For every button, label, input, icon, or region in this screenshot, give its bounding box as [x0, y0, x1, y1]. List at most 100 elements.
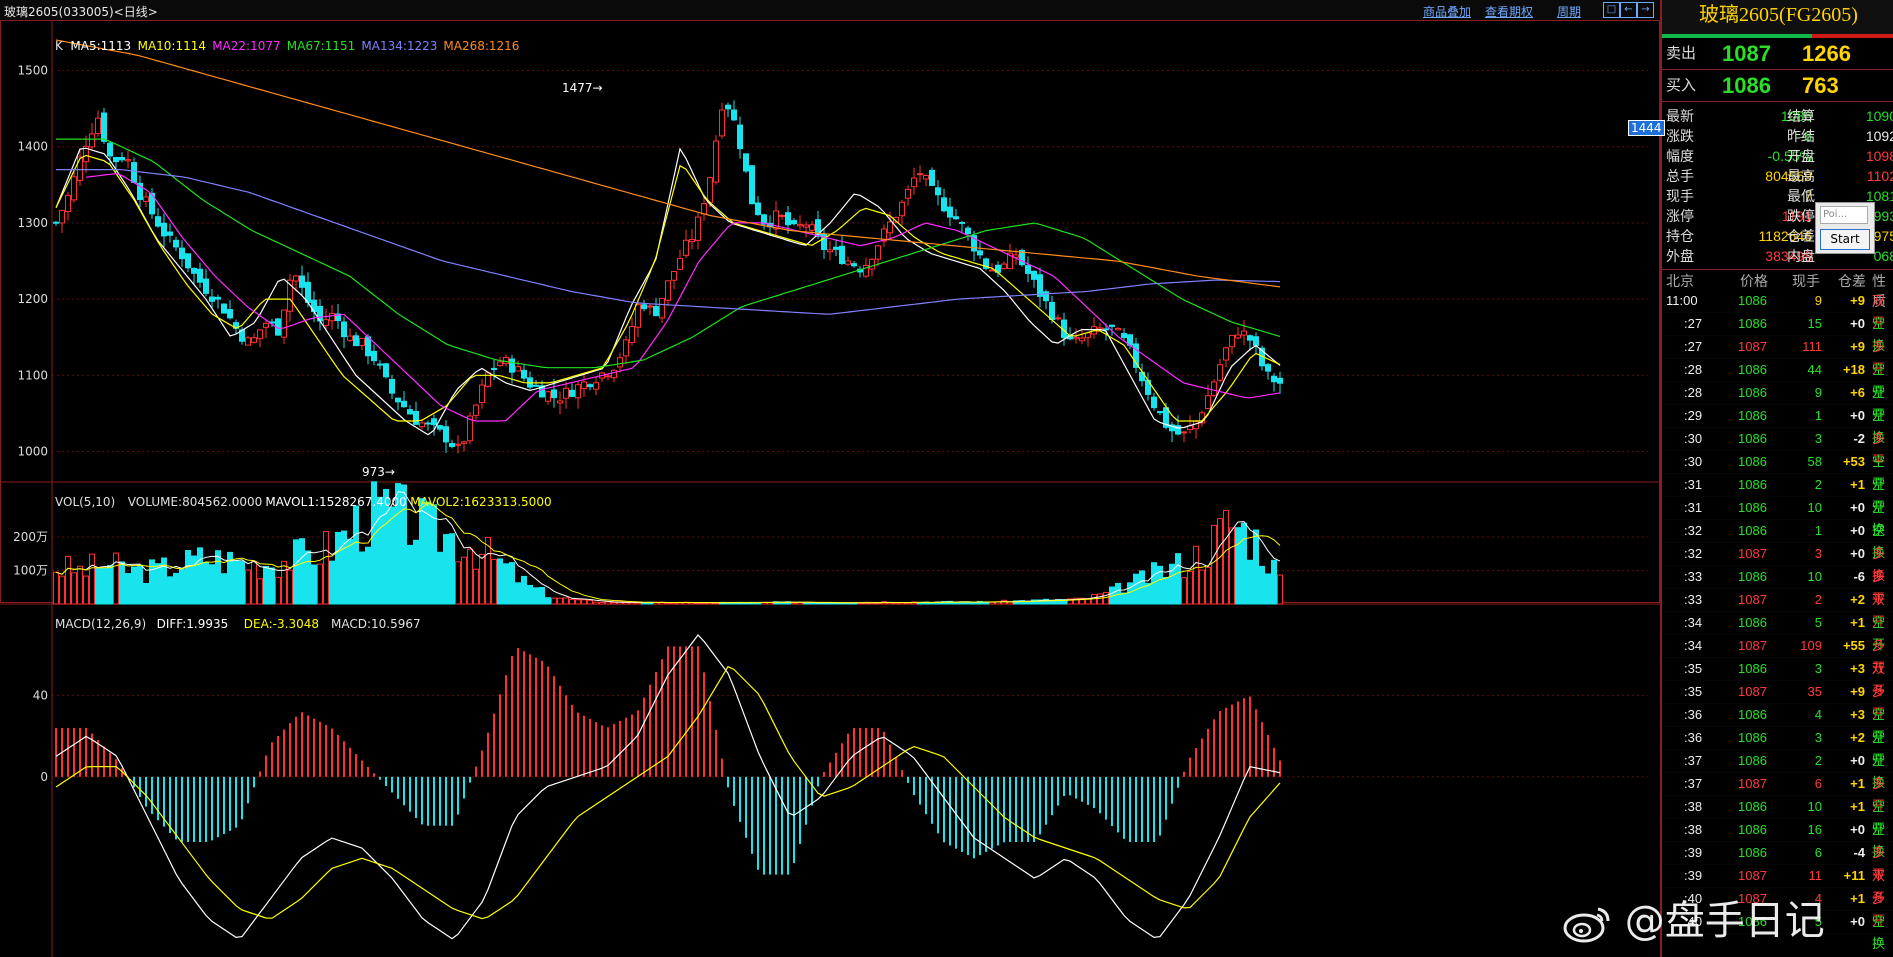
tick-row[interactable]: :27 1086 15 +0 空换 [1662, 313, 1893, 353]
arrow-left-icon[interactable]: ← [1620, 2, 1637, 18]
tick-row[interactable]: :38 1086 10 +1 空开 [1662, 796, 1893, 836]
tick-price: 1087 [1738, 592, 1767, 607]
candle-body [1055, 317, 1061, 320]
tick-row[interactable]: :30 1086 58 +53 空开 [1662, 451, 1893, 491]
volume-bar [587, 599, 593, 605]
ma-line-ma268 [55, 39, 1281, 288]
popup-window: Poi... Start [1815, 202, 1875, 254]
tick-row[interactable]: :28 1086 9 +6 空开 [1662, 382, 1893, 422]
tick-row[interactable]: :35 1086 3 +3 双开 [1662, 658, 1893, 698]
tick-price: 1087 [1738, 868, 1767, 883]
candle-body [629, 325, 635, 344]
candle-body [737, 124, 743, 150]
candle-body [1229, 334, 1235, 348]
tick-row[interactable]: :28 1086 44 +18 空开 [1662, 359, 1893, 399]
candle-body [95, 117, 101, 134]
volume-bar [563, 597, 569, 605]
tick-row[interactable]: 11:00 1086 9 +9 双开 [1662, 290, 1893, 330]
candle-body [203, 278, 209, 294]
candle-body [419, 422, 425, 428]
volume-bar [107, 564, 113, 605]
tick-time: :38 [1684, 799, 1703, 814]
tick-row[interactable]: :31 1086 10 +0 空换 [1662, 497, 1893, 537]
macd-tick-label: 40 [33, 688, 48, 702]
candle-body [1253, 336, 1259, 346]
period-link[interactable]: 周期 [1557, 3, 1581, 20]
tick-price: 1086 [1738, 615, 1767, 630]
tick-row[interactable]: :32 1087 3 +0 多换 [1662, 543, 1893, 583]
view-options-link[interactable]: 查看期权 [1485, 3, 1533, 20]
tick-nature: 空换 [1872, 914, 1886, 951]
tick-price: 1087 [1738, 546, 1767, 561]
high-annotation: 1477→ [562, 81, 603, 95]
candle-body [479, 384, 485, 404]
candle-body [455, 443, 461, 446]
volume-bar [215, 550, 221, 605]
tick-price: 1086 [1738, 799, 1767, 814]
tick-row[interactable]: :36 1086 4 +3 空开 [1662, 704, 1893, 744]
volume-bar [389, 506, 395, 605]
start-button[interactable]: Start [1820, 229, 1870, 250]
tick-time: :31 [1684, 500, 1703, 515]
tick-row[interactable]: :34 1086 5 +1 空开 [1662, 612, 1893, 652]
candle-body [401, 400, 407, 408]
tick-row[interactable]: :33 1086 10 -6 多平 [1662, 566, 1893, 606]
kline-chart[interactable]: 1000 1100 1200 1300 1400 1500 K MA5:1113 MA10:11… [0, 20, 1660, 957]
tick-row[interactable]: :36 1086 3 +2 空开 [1662, 727, 1893, 767]
volume-tick-label: 200万 [13, 530, 48, 544]
tick-list[interactable]: 11:00 1086 9 +9 双开:27 1086 15 +0 空换:27 1… [1662, 290, 1893, 951]
tick-row[interactable]: :37 1086 2 +0 空换 [1662, 750, 1893, 790]
candle-body [557, 400, 563, 404]
tick-row[interactable]: :29 1086 1 +0 空换 [1662, 405, 1893, 445]
info-label: 持仓 [1666, 228, 1694, 244]
volume-bar [575, 599, 581, 605]
volume-bar [1187, 570, 1193, 605]
tick-row[interactable]: :35 1087 35 +9 多开 [1662, 681, 1893, 721]
tick-time: :36 [1684, 707, 1703, 722]
candle-body [905, 188, 911, 199]
tick-row[interactable]: :34 1087 109 +55 多开 [1662, 635, 1893, 675]
tick-volume: 109 [1800, 638, 1822, 653]
candle-body [1085, 332, 1091, 339]
tick-price: 1086 [1738, 730, 1767, 745]
tick-header-time: 北京 [1666, 273, 1694, 289]
popup-input[interactable]: Poi... [1820, 206, 1868, 224]
arrow-right-icon[interactable]: → [1637, 2, 1654, 18]
volume-bar [1229, 527, 1235, 605]
tick-oi-change: +2 [1850, 592, 1865, 607]
candle-body [911, 177, 917, 188]
tick-row[interactable]: :33 1087 2 +2 双开 [1662, 589, 1893, 629]
tick-price: 1086 [1738, 431, 1767, 446]
overlay-commodity-link[interactable]: 商品叠加 [1423, 3, 1471, 20]
candle-body [437, 425, 443, 430]
candle-body [371, 350, 377, 362]
price-tick-label: 1300 [17, 216, 48, 230]
bid-label: 买入 [1666, 77, 1697, 94]
candle-body [113, 157, 119, 163]
tick-row[interactable]: :37 1087 6 +1 多开 [1662, 773, 1893, 813]
candle-body [89, 133, 95, 148]
tick-row[interactable]: :39 1086 6 -4 多平 [1662, 842, 1893, 882]
volume-bar [113, 552, 119, 605]
tick-row[interactable]: :38 1086 16 +0 空换 [1662, 819, 1893, 859]
tick-oi-change: +9 [1850, 339, 1865, 354]
tick-volume: 111 [1802, 339, 1822, 354]
tick-row[interactable]: :27 1087 111 +9 多开 [1662, 336, 1893, 376]
restore-icon[interactable]: □ [1603, 2, 1620, 18]
tick-oi-change: +1 [1850, 891, 1865, 906]
info-label: 开盘 [1787, 148, 1815, 164]
tick-price: 1086 [1738, 661, 1767, 676]
tick-volume: 6 [1814, 845, 1822, 860]
tick-row[interactable]: :39 1087 11 +11 双开 [1662, 865, 1893, 905]
tick-time: :28 [1684, 362, 1703, 377]
volume-bar [71, 572, 77, 605]
tick-oi-change: +2 [1850, 730, 1865, 745]
candle-body [1247, 335, 1253, 341]
tick-row[interactable]: :30 1086 3 -2 多平 [1662, 428, 1893, 468]
price-tick-label: 1500 [17, 63, 48, 77]
candle-body [1271, 375, 1277, 383]
tick-time: :27 [1684, 316, 1703, 331]
candle-body [785, 212, 791, 226]
tick-row[interactable]: :32 1086 1 +0 空换 [1662, 520, 1893, 560]
tick-row[interactable]: :31 1086 2 +1 空开 [1662, 474, 1893, 514]
